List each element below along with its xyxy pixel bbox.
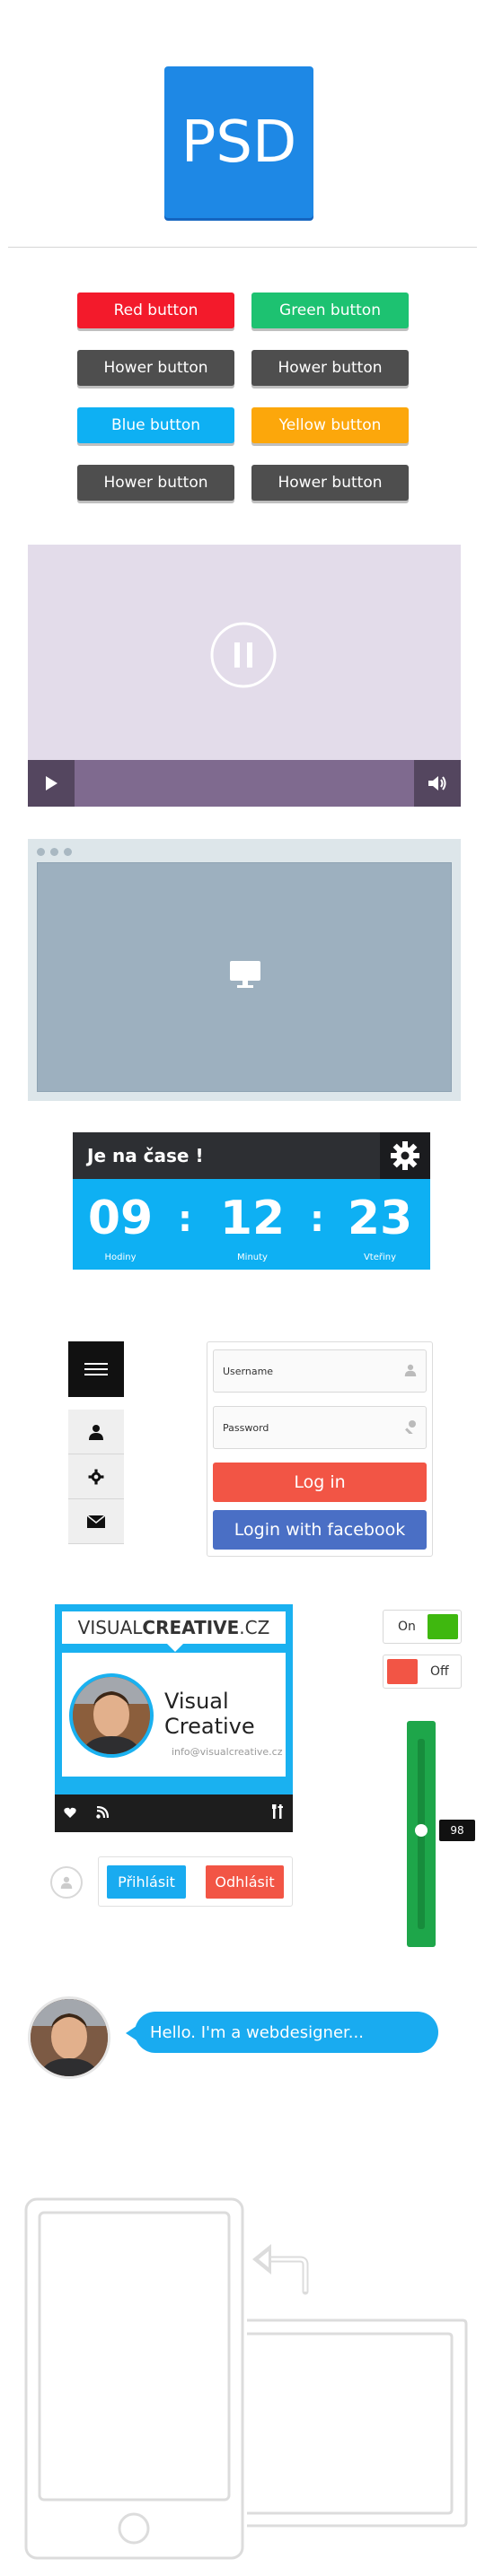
header-pointer [167, 1644, 183, 1652]
hover-button[interactable]: Hower button [251, 350, 409, 386]
minutes-value: 12 [219, 1192, 286, 1245]
brand-bold: CREATIVE [142, 1617, 240, 1638]
phone-outline-icon [24, 2197, 244, 2560]
hover-button[interactable]: Hower button [251, 465, 409, 501]
countdown-widget: Je na čase ! 09 Hodiny : 12 Minuty : 23 … [73, 1132, 430, 1270]
toggle-knob [428, 1614, 458, 1639]
signout-button[interactable]: Odhlásit [206, 1865, 284, 1899]
login-button[interactable]: Log in [213, 1463, 427, 1502]
pause-icon[interactable] [209, 621, 278, 689]
window-dot [37, 848, 45, 856]
vertical-slider[interactable]: 98 [407, 1721, 475, 1947]
signin-button[interactable]: Přihlásit [107, 1865, 186, 1899]
brand-suffix: .CZ [239, 1617, 270, 1638]
blue-button[interactable]: Blue button [77, 407, 234, 443]
gear-icon[interactable] [380, 1132, 430, 1179]
seconds-value: 23 [347, 1192, 413, 1245]
hamburger-icon[interactable] [68, 1341, 124, 1397]
rotate-arrow-icon [252, 2244, 309, 2295]
red-button[interactable]: Red button [77, 293, 234, 328]
rss-icon[interactable] [96, 1805, 110, 1822]
green-button[interactable]: Green button [251, 293, 409, 328]
time-separator: : [178, 1199, 192, 1240]
toggle-on[interactable]: On [383, 1610, 462, 1644]
password-field[interactable]: Password [213, 1406, 427, 1449]
volume-icon[interactable] [414, 760, 461, 807]
profile-name-line2: Creative [164, 1714, 255, 1739]
devices-illustration [24, 2197, 468, 2560]
avatar [69, 1673, 154, 1758]
hours-value: 09 [87, 1192, 154, 1245]
hover-button[interactable]: Hower button [77, 465, 234, 501]
profile-card: VISUAL CREATIVE .CZ Visual Creative info@v… [55, 1604, 293, 1832]
hover-button[interactable]: Hower button [77, 350, 234, 386]
toggle-off-label: Off [430, 1664, 449, 1679]
toggle-on-label: On [398, 1620, 416, 1634]
video-progress[interactable] [75, 760, 414, 807]
monitor-icon [229, 958, 261, 994]
time-separator: : [310, 1199, 324, 1240]
hours-label: Hodiny [104, 1253, 137, 1262]
username-placeholder: Username [223, 1365, 274, 1377]
video-controls [28, 760, 461, 807]
profile-name-line1: Visual [164, 1689, 229, 1714]
video-player [28, 545, 461, 807]
browser-screen [37, 862, 452, 1092]
profile-email: info@visualcreative.cz [172, 1746, 283, 1758]
gear-icon[interactable] [68, 1454, 124, 1499]
mail-icon[interactable] [68, 1499, 124, 1544]
chat-message: Hello. I'm a webdesigner... [150, 2022, 364, 2042]
chat-bubble: Hello. I'm a webdesigner... [135, 2012, 438, 2053]
user-icon [404, 1363, 417, 1380]
heart-icon[interactable] [64, 1805, 76, 1822]
side-menu [68, 1341, 124, 1544]
toggle-knob [387, 1659, 418, 1684]
psd-logo-text: PSD [181, 109, 297, 176]
password-placeholder: Password [223, 1421, 269, 1434]
login-form: Username Password Log in Login with face… [207, 1341, 433, 1557]
username-field[interactable]: Username [213, 1349, 427, 1393]
profile-name: Visual Creative [164, 1689, 255, 1739]
divider [8, 247, 477, 248]
facebook-login-button[interactable]: Login with facebook [213, 1510, 427, 1550]
signin-bar: Přihlásit Odhlásit [98, 1856, 293, 1907]
yellow-button[interactable]: Yellow button [251, 407, 409, 443]
user-icon[interactable] [50, 1866, 83, 1899]
minutes-label: Minuty [237, 1253, 268, 1262]
slider-value: 98 [439, 1819, 475, 1841]
toggle-off[interactable]: Off [383, 1655, 462, 1689]
tools-icon[interactable] [271, 1804, 284, 1822]
brand-light: VISUAL [77, 1617, 143, 1638]
psd-logo: PSD [164, 66, 313, 218]
window-dot [64, 848, 72, 856]
brand-header: VISUAL CREATIVE .CZ [62, 1611, 286, 1644]
chat-avatar [28, 1996, 110, 2079]
countdown-title: Je na čase ! [87, 1145, 204, 1166]
seconds-label: Vteřiny [363, 1253, 397, 1262]
play-icon[interactable] [28, 760, 75, 807]
window-dot [50, 848, 58, 856]
card-footer [55, 1794, 293, 1832]
user-icon[interactable] [68, 1410, 124, 1454]
key-icon [402, 1419, 417, 1436]
slider-handle[interactable] [415, 1823, 428, 1837]
tablet-outline-icon [247, 2318, 468, 2528]
card-body: Visual Creative info@visualcreative.cz [62, 1653, 286, 1777]
browser-window [28, 839, 461, 1101]
